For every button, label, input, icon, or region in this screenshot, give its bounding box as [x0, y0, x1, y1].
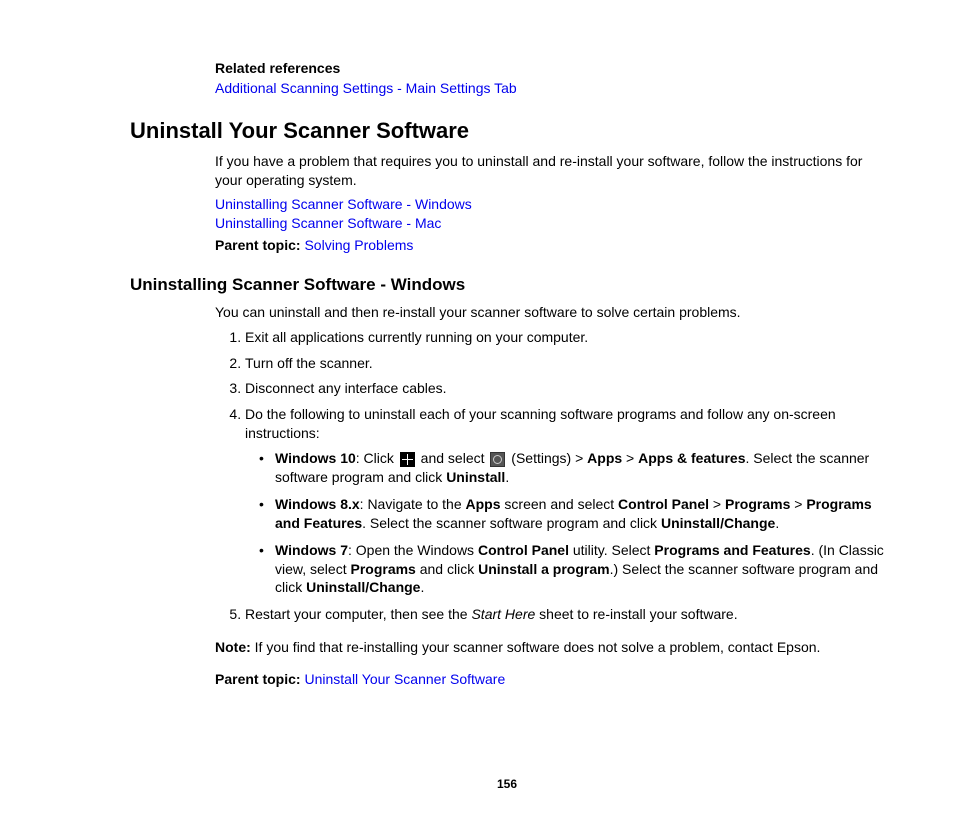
note-paragraph: Note: If you find that re-installing you… — [215, 638, 884, 657]
bullet-windows-8: Windows 8.x: Navigate to the Apps screen… — [263, 495, 884, 533]
step-3: Disconnect any interface cables. — [245, 379, 884, 398]
step-1: Exit all applications currently running … — [245, 328, 884, 347]
windows-start-icon — [400, 452, 415, 467]
steps-list: Exit all applications currently running … — [215, 328, 884, 625]
link-uninstall-windows[interactable]: Uninstalling Scanner Software - Windows — [215, 196, 884, 212]
heading-uninstall-scanner-software: Uninstall Your Scanner Software — [130, 118, 884, 144]
os-bullets: Windows 10: Click and select (Settings) … — [245, 449, 884, 597]
bullet-windows-10: Windows 10: Click and select (Settings) … — [263, 449, 884, 487]
settings-gear-icon — [490, 452, 505, 467]
link-additional-scanning-settings[interactable]: Additional Scanning Settings - Main Sett… — [215, 80, 884, 96]
step-4: Do the following to uninstall each of yo… — [245, 405, 884, 597]
bullet-windows-7: Windows 7: Open the Windows Control Pane… — [263, 541, 884, 598]
parent-topic-label: Parent topic: — [215, 237, 301, 253]
parent-topic-label-2: Parent topic: — [215, 671, 301, 687]
sub-intro-paragraph: You can uninstall and then re-install yo… — [215, 303, 884, 322]
heading-uninstall-windows: Uninstalling Scanner Software - Windows — [130, 275, 884, 295]
related-references-label: Related references — [215, 60, 884, 76]
step-5: Restart your computer, then see the Star… — [245, 605, 884, 624]
intro-paragraph: If you have a problem that requires you … — [215, 152, 884, 190]
step-2: Turn off the scanner. — [245, 354, 884, 373]
link-solving-problems[interactable]: Solving Problems — [304, 237, 413, 253]
page-number: 156 — [130, 777, 884, 791]
link-uninstall-your-scanner-software[interactable]: Uninstall Your Scanner Software — [304, 671, 505, 687]
link-uninstall-mac[interactable]: Uninstalling Scanner Software - Mac — [215, 215, 884, 231]
